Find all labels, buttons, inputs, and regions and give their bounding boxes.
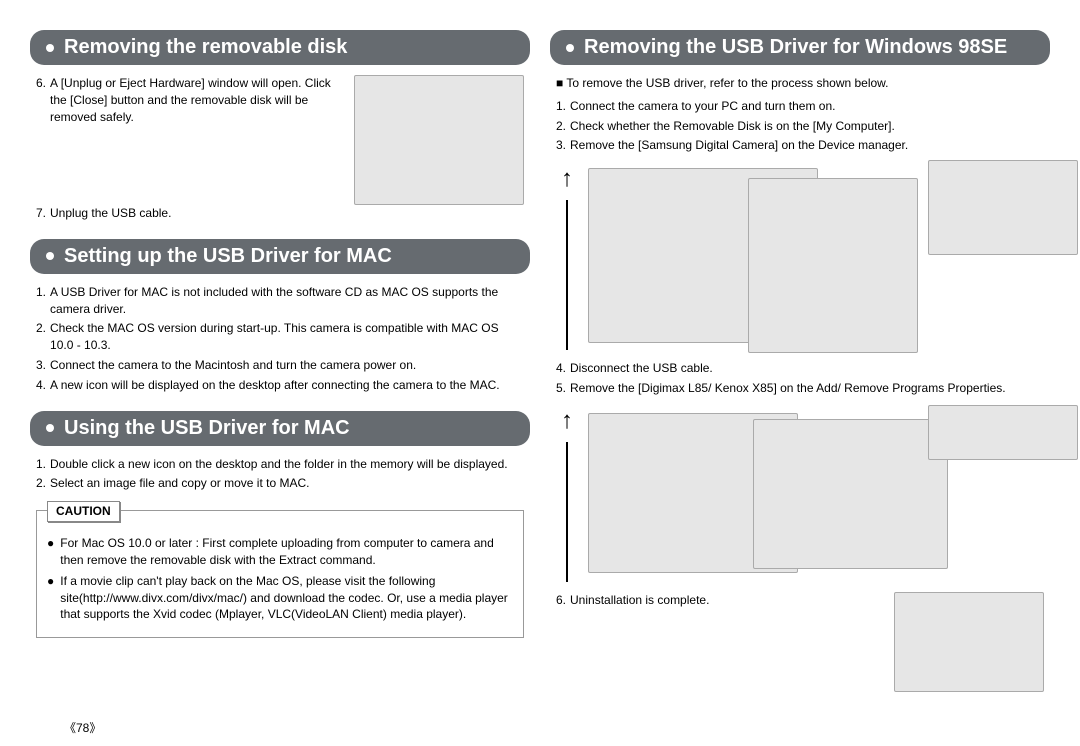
list-item: 2.Check the MAC OS version during start-… (36, 320, 524, 354)
caution-box: CAUTION ●For Mac OS 10.0 or later : Firs… (36, 510, 524, 638)
body-using-mac: 1.Double click a new icon on the desktop… (30, 456, 530, 653)
list-item: 7. Unplug the USB cable. (36, 205, 524, 222)
left-column: Removing the removable disk 6. A [Unplug… (20, 30, 540, 736)
body-removing-disk: 6. A [Unplug or Eject Hardware] window w… (30, 75, 530, 239)
list-item: 1.Double click a new icon on the desktop… (36, 456, 524, 473)
heading-remove-98se: Removing the USB Driver for Windows 98SE (550, 30, 1050, 65)
caution-item: ●For Mac OS 10.0 or later : First comple… (47, 535, 513, 569)
arrow-up-icon: ↑ (561, 404, 573, 438)
screenshot-placeholder (354, 75, 524, 205)
heading-removing-disk: Removing the removable disk (30, 30, 530, 65)
caution-item: ●If a movie clip can't play back on the … (47, 573, 513, 623)
list-item: 4.A new icon will be displayed on the de… (36, 377, 524, 394)
list-item: 3.Remove the [Samsung Digital Camera] on… (556, 137, 1044, 154)
list-item: 1.Connect the camera to your PC and turn… (556, 98, 1044, 115)
list-item: 3.Connect the camera to the Macintosh an… (36, 357, 524, 374)
list-item: 6. A [Unplug or Eject Hardware] window w… (36, 75, 344, 125)
arrow-up-icon: ↑ (561, 162, 573, 196)
heading-setup-mac: Setting up the USB Driver for MAC (30, 239, 530, 274)
list-item: 2.Select an image file and copy or move … (36, 475, 524, 492)
list-item: 2.Check whether the Removable Disk is on… (556, 118, 1044, 135)
screenshot-placeholder (753, 419, 948, 569)
body-remove-98se: ■ To remove the USB driver, refer to the… (550, 75, 1050, 706)
right-column: Removing the USB Driver for Windows 98SE… (540, 30, 1060, 736)
screenshot-placeholder (928, 405, 1078, 460)
list-item: 4.Disconnect the USB cable. (556, 360, 1044, 377)
screenshot-placeholder (894, 592, 1044, 692)
list-item: 5.Remove the [Digimax L85/ Kenox X85] on… (556, 380, 1044, 397)
list-item: 1.A USB Driver for MAC is not included w… (36, 284, 524, 318)
page-number: 《78》 (64, 719, 101, 736)
body-setup-mac: 1.A USB Driver for MAC is not included w… (30, 284, 530, 411)
caution-label: CAUTION (47, 501, 120, 522)
intro-text: ■ To remove the USB driver, refer to the… (556, 75, 1044, 92)
screenshot-placeholder (928, 160, 1078, 255)
list-item: 6.Uninstallation is complete. (556, 592, 874, 609)
heading-using-mac: Using the USB Driver for MAC (30, 411, 530, 446)
screenshot-placeholder (748, 178, 918, 353)
